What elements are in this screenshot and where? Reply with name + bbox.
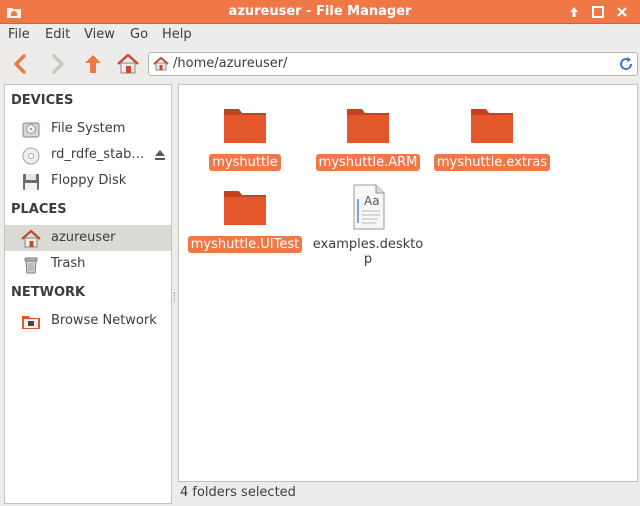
sidebar-item-label: rd_rdfe_stab… [51,147,145,162]
sidebar-item-browse-network[interactable]: Browse Network [5,308,171,334]
sidebar-item-file-system[interactable]: File System [5,116,171,142]
network-folder-icon [22,316,40,329]
file-name: myshuttle.UITest [187,236,303,253]
splitter-grip [174,292,176,302]
harddisk-icon [22,122,40,138]
svg-text:Aa: Aa [364,194,380,208]
sidebar-item-label: Trash [51,256,86,271]
sidebar-item-label: Browse Network [51,313,157,328]
sidebar: DEVICES File System rd_rdfe_stab… Floppy… [4,84,172,504]
folder-icon [224,109,266,143]
home-button[interactable] [115,51,141,77]
floppy-icon [23,174,39,190]
close-icon[interactable] [614,4,630,20]
up-arrow-icon [85,55,101,73]
menu-view[interactable]: View [84,27,115,42]
sidebar-item-azureuser[interactable]: azureuser [5,225,171,251]
title-bar: azureuser - File Manager [0,0,640,24]
menu-help[interactable]: Help [162,27,192,42]
status-text: 4 folders selected [180,485,296,500]
sidebar-item-label: azureuser [51,230,116,245]
sidebar-item-label: Floppy Disk [51,173,127,188]
file-name: myshuttle.ARM [315,154,421,171]
trash-icon [24,257,38,274]
location-bar[interactable]: /home/azureuser/ [148,52,638,76]
window-title: azureuser - File Manager [228,4,412,19]
folder-icon [347,109,389,143]
menu-go[interactable]: Go [130,27,148,42]
reload-icon[interactable] [618,56,634,72]
forward-arrow-icon [52,54,64,74]
text-document-icon: Aa [353,184,385,230]
back-button[interactable] [8,51,34,77]
home-icon [21,229,41,248]
file-name: examples.deskto p [312,237,424,267]
home-icon [117,53,139,74]
devices-header: DEVICES [11,93,74,108]
menu-file[interactable]: File [8,27,30,42]
sidebar-item-label: File System [51,121,126,136]
sidebar-item-floppy[interactable]: Floppy Disk [5,168,171,194]
optical-disc-icon [22,147,40,165]
path-text: /home/azureuser/ [173,56,288,71]
file-name: myshuttle.extras [433,154,551,171]
menu-edit[interactable]: Edit [45,27,70,42]
maximize-icon[interactable] [590,4,606,20]
eject-icon[interactable] [153,148,167,162]
sidebar-item-rd-rdfe[interactable]: rd_rdfe_stab… [5,142,171,168]
folder-icon [224,191,266,225]
menu-bar: File Edit View Go Help [0,24,640,46]
arrow-up-icon[interactable] [566,4,582,20]
up-button[interactable] [80,51,106,77]
file-name: myshuttle [209,154,281,171]
forward-button[interactable] [44,51,70,77]
places-header: PLACES [11,202,67,217]
sidebar-item-trash[interactable]: Trash [5,251,171,277]
network-header: NETWORK [11,285,86,300]
status-bar: 4 folders selected [178,482,638,504]
home-icon [153,56,169,71]
back-arrow-icon [14,54,26,74]
folder-icon [471,109,513,143]
file-view[interactable]: myshuttle myshuttle.ARM myshuttle.extras… [178,84,638,482]
